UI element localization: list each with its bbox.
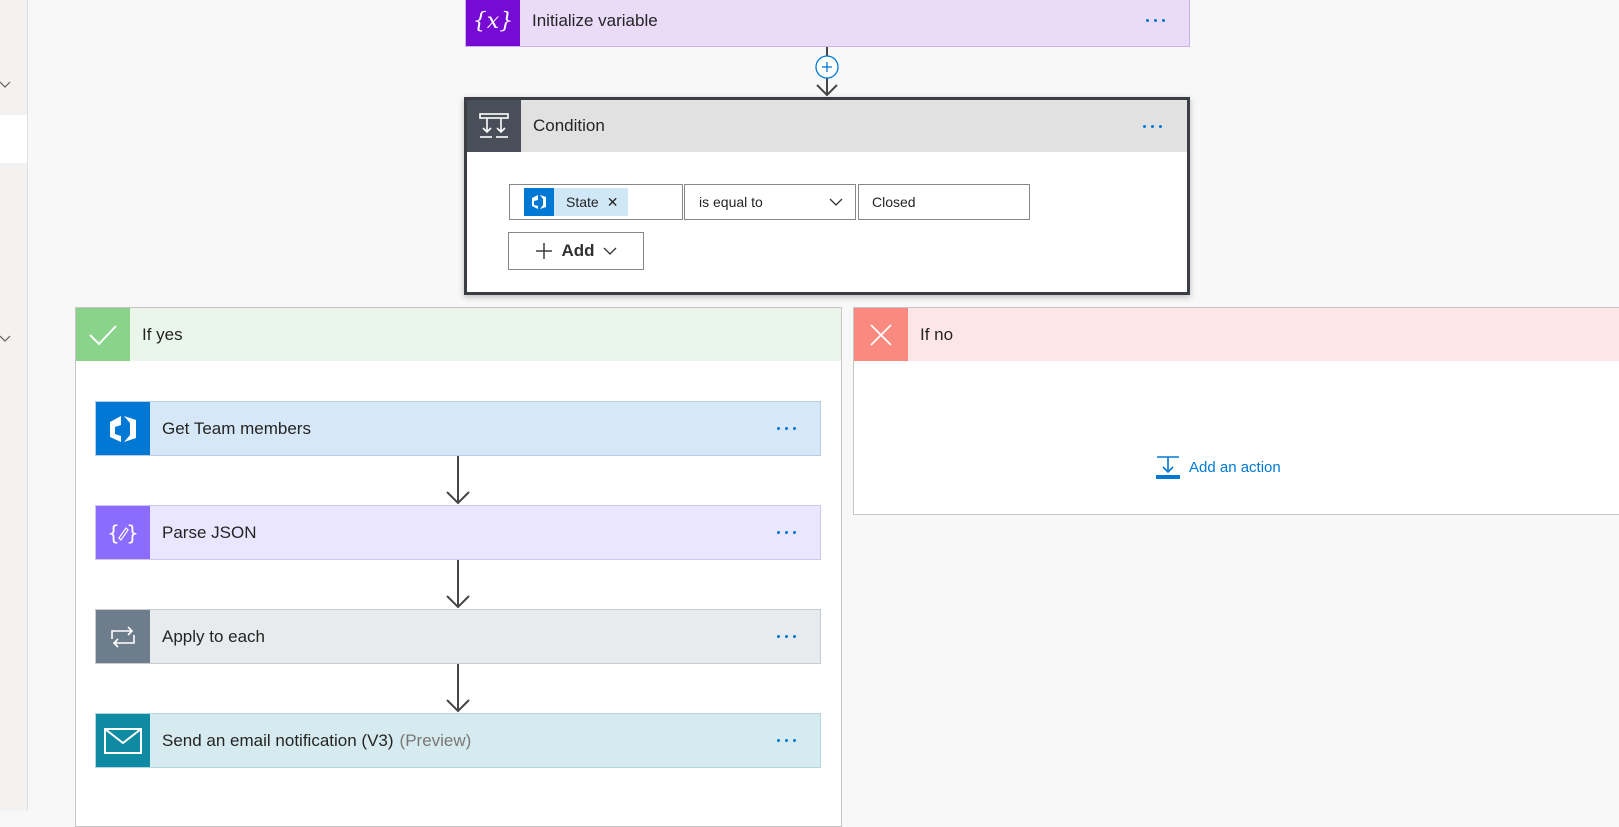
- left-sidebar: [0, 0, 28, 811]
- if-no-icon-box: [854, 308, 908, 361]
- chevron-down-icon[interactable]: [0, 79, 12, 91]
- if-no-title: If no: [920, 324, 954, 344]
- close-icon: [870, 323, 892, 346]
- if-yes-title: If yes: [142, 324, 183, 344]
- sidebar-selected-item[interactable]: [0, 115, 27, 163]
- chevron-down-icon: [829, 198, 843, 206]
- operator-value: is equal to: [699, 194, 763, 210]
- mail-icon: [104, 727, 142, 754]
- add-condition-label: Add: [561, 241, 595, 260]
- action-icon-box: [96, 714, 150, 767]
- condition-value: Closed: [872, 194, 916, 210]
- more-options-button[interactable]: [777, 739, 796, 742]
- action-card[interactable]: { } Parse JSON: [95, 505, 821, 560]
- checkmark-icon: [89, 324, 117, 345]
- action-card[interactable]: Apply to each: [95, 609, 821, 664]
- flow-arrow: [446, 664, 470, 713]
- action-title: Parse JSON: [162, 522, 257, 542]
- flow-arrow: [446, 456, 470, 505]
- svg-text:{𝑥}: {𝑥}: [475, 9, 511, 34]
- action-icon-box: [96, 610, 150, 663]
- action-card[interactable]: Send an email notification (V3) (Preview…: [95, 713, 821, 768]
- add-an-action-button[interactable]: Add an action: [1155, 454, 1281, 480]
- chevron-down-icon[interactable]: [0, 333, 12, 345]
- plus-icon: [536, 243, 553, 259]
- condition-title: Condition: [533, 116, 605, 135]
- azure-devops-icon: [110, 415, 136, 442]
- dynamic-content-token: State ✕: [524, 188, 629, 216]
- chevron-down-icon: [603, 247, 616, 255]
- if-no-branch: If no Add an action: [853, 307, 1619, 515]
- more-options-button[interactable]: [777, 635, 796, 638]
- condition-icon-box: [467, 100, 521, 152]
- token-label: State: [566, 194, 599, 210]
- operator-dropdown[interactable]: is equal to: [684, 184, 856, 220]
- if-yes-header[interactable]: If yes: [76, 308, 841, 361]
- condition-header[interactable]: Condition: [467, 100, 1187, 152]
- remove-token-icon[interactable]: ✕: [607, 194, 619, 211]
- action-icon-box: [96, 402, 150, 455]
- action-icon-box: { }: [96, 506, 150, 559]
- action-title: Apply to each: [162, 626, 266, 646]
- if-yes-icon-box: [76, 308, 130, 361]
- more-options-button[interactable]: [777, 531, 796, 534]
- preview-tag: (Preview): [399, 730, 472, 750]
- action-card[interactable]: Get Team members: [95, 401, 821, 456]
- condition-card: Condition State ✕ is equal to Closed Add: [464, 97, 1190, 295]
- add-action-icon: [1156, 456, 1180, 479]
- insert-step-button[interactable]: [815, 56, 839, 80]
- flow-arrow: [446, 560, 470, 609]
- add-condition-button[interactable]: Add: [508, 232, 644, 270]
- add-an-action-label: Add an action: [1189, 458, 1281, 476]
- parse-json-icon: { }: [107, 521, 139, 545]
- initialize-variable-card[interactable]: {𝑥} Initialize variable: [465, 0, 1190, 47]
- initialize-variable-title: Initialize variable: [532, 10, 658, 30]
- more-options-button[interactable]: [1146, 19, 1165, 22]
- azure-devops-icon: [524, 188, 554, 216]
- curly-x-icon: {𝑥}: [475, 9, 511, 34]
- loop-icon: [111, 625, 135, 648]
- condition-right-operand[interactable]: Closed: [858, 184, 1030, 220]
- more-options-button[interactable]: [777, 427, 796, 430]
- variable-icon-box: {𝑥}: [466, 0, 520, 46]
- action-title: Get Team members: [162, 418, 311, 438]
- more-options-button[interactable]: [1143, 124, 1162, 128]
- action-title: Send an email notification (V3): [162, 730, 394, 750]
- condition-left-operand[interactable]: State ✕: [509, 184, 683, 220]
- if-no-header[interactable]: If no: [854, 308, 1619, 361]
- condition-icon: [479, 113, 509, 138]
